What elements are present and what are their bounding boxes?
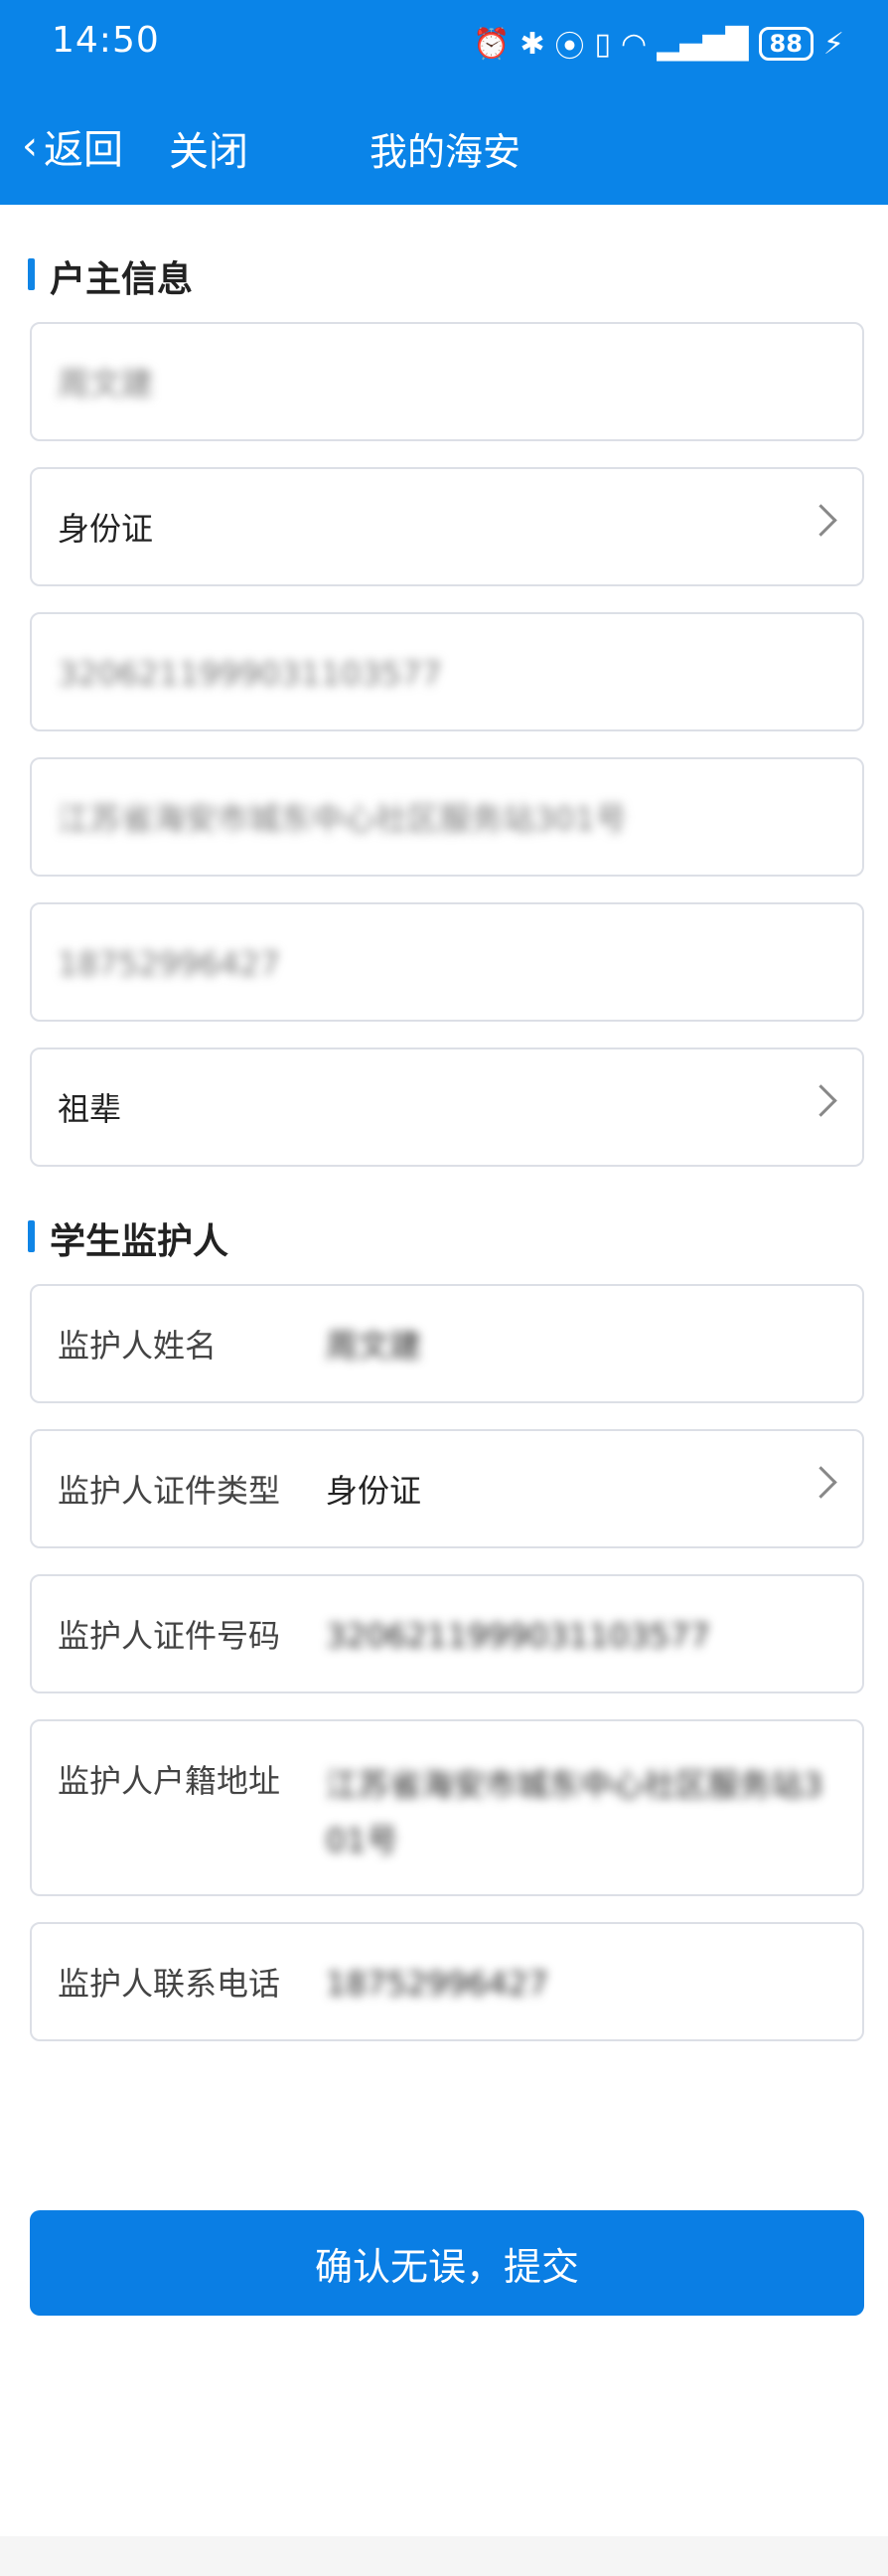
guardian-id-type-select[interactable]: 监护人证件类型 身份证: [30, 1429, 864, 1548]
householder-id-number-field[interactable]: 3206211999031103577: [30, 612, 864, 731]
charging-icon: ⚡: [822, 26, 844, 62]
guardian-name-value: 周文建: [326, 1327, 422, 1365]
householder-phone-value: 18752996427: [58, 945, 280, 983]
vibrate-icon: ▯: [594, 26, 612, 62]
householder-name-field[interactable]: 周文建: [30, 322, 864, 441]
wifi-icon: ◠: [621, 26, 648, 62]
guardian-address-label: 监护人户籍地址: [58, 1762, 281, 1800]
back-button[interactable]: ‹ 返回: [22, 117, 123, 175]
guardian-id-number-field[interactable]: 监护人证件号码 3206211999031103577: [30, 1574, 864, 1693]
submit-button[interactable]: 确认无误，提交: [30, 2210, 864, 2316]
bluetooth-icon: ✱: [519, 26, 545, 62]
chevron-right-icon: [805, 1084, 837, 1117]
chevron-right-icon: [805, 1466, 837, 1499]
guardian-id-type-value: 身份证: [326, 1472, 422, 1510]
back-label: 返回: [44, 127, 123, 173]
householder-relation-select[interactable]: 祖辈: [30, 1047, 864, 1167]
householder-id-number-value: 3206211999031103577: [58, 655, 442, 693]
householder-address-value: 江苏省海安市城东中心社区服务站301号: [58, 800, 628, 838]
location-icon: ⦿: [554, 30, 585, 65]
guardian-address-field[interactable]: 监护人户籍地址 江苏省海安市城东中心社区服务站301号: [30, 1719, 864, 1896]
section-guardian-title: 学生监护人: [28, 1212, 228, 1264]
alarm-icon: ⏰: [473, 26, 511, 62]
app-header: 14:50 ⏰ ✱ ⦿ ▯ ◠ ▂▄▆█ 88 ⚡ ‹ 返回 关闭 我的海安: [0, 0, 888, 205]
battery-level: 88: [758, 27, 814, 61]
householder-id-type-value: 身份证: [58, 510, 154, 548]
guardian-phone-value: 18752996427: [326, 1965, 548, 2003]
guardian-id-number-label: 监护人证件号码: [58, 1617, 281, 1655]
householder-id-type-select[interactable]: 身份证: [30, 467, 864, 586]
householder-address-field[interactable]: 江苏省海安市城东中心社区服务站301号: [30, 757, 864, 877]
page-title: 我的海安: [370, 130, 521, 174]
system-bottom-bar: [0, 2536, 888, 2576]
guardian-address-value: 江苏省海安市城东中心社区服务站301号: [326, 1766, 823, 1859]
guardian-name-field[interactable]: 监护人姓名 周文建: [30, 1284, 864, 1403]
householder-name-value: 周文建: [58, 365, 154, 402]
guardian-phone-label: 监护人联系电话: [58, 1965, 281, 2003]
householder-relation-value: 祖辈: [58, 1090, 122, 1128]
section-householder-title: 户主信息: [28, 250, 193, 302]
chevron-right-icon: [805, 504, 837, 537]
guardian-id-number-value: 3206211999031103577: [326, 1617, 710, 1655]
status-icons: ⏰ ✱ ⦿ ▯ ◠ ▂▄▆█ 88 ⚡: [473, 22, 844, 66]
guardian-phone-field[interactable]: 监护人联系电话 18752996427: [30, 1922, 864, 2041]
guardian-name-label: 监护人姓名: [58, 1327, 218, 1365]
chevron-left-icon: ‹: [22, 123, 38, 169]
signal-icon: ▂▄▆█: [657, 26, 749, 62]
close-button[interactable]: 关闭: [169, 119, 248, 177]
nav-bar: ‹ 返回 关闭 我的海安: [0, 109, 888, 185]
guardian-id-type-label: 监护人证件类型: [58, 1472, 281, 1510]
status-time: 14:50: [52, 20, 160, 61]
householder-phone-field[interactable]: 18752996427: [30, 902, 864, 1022]
